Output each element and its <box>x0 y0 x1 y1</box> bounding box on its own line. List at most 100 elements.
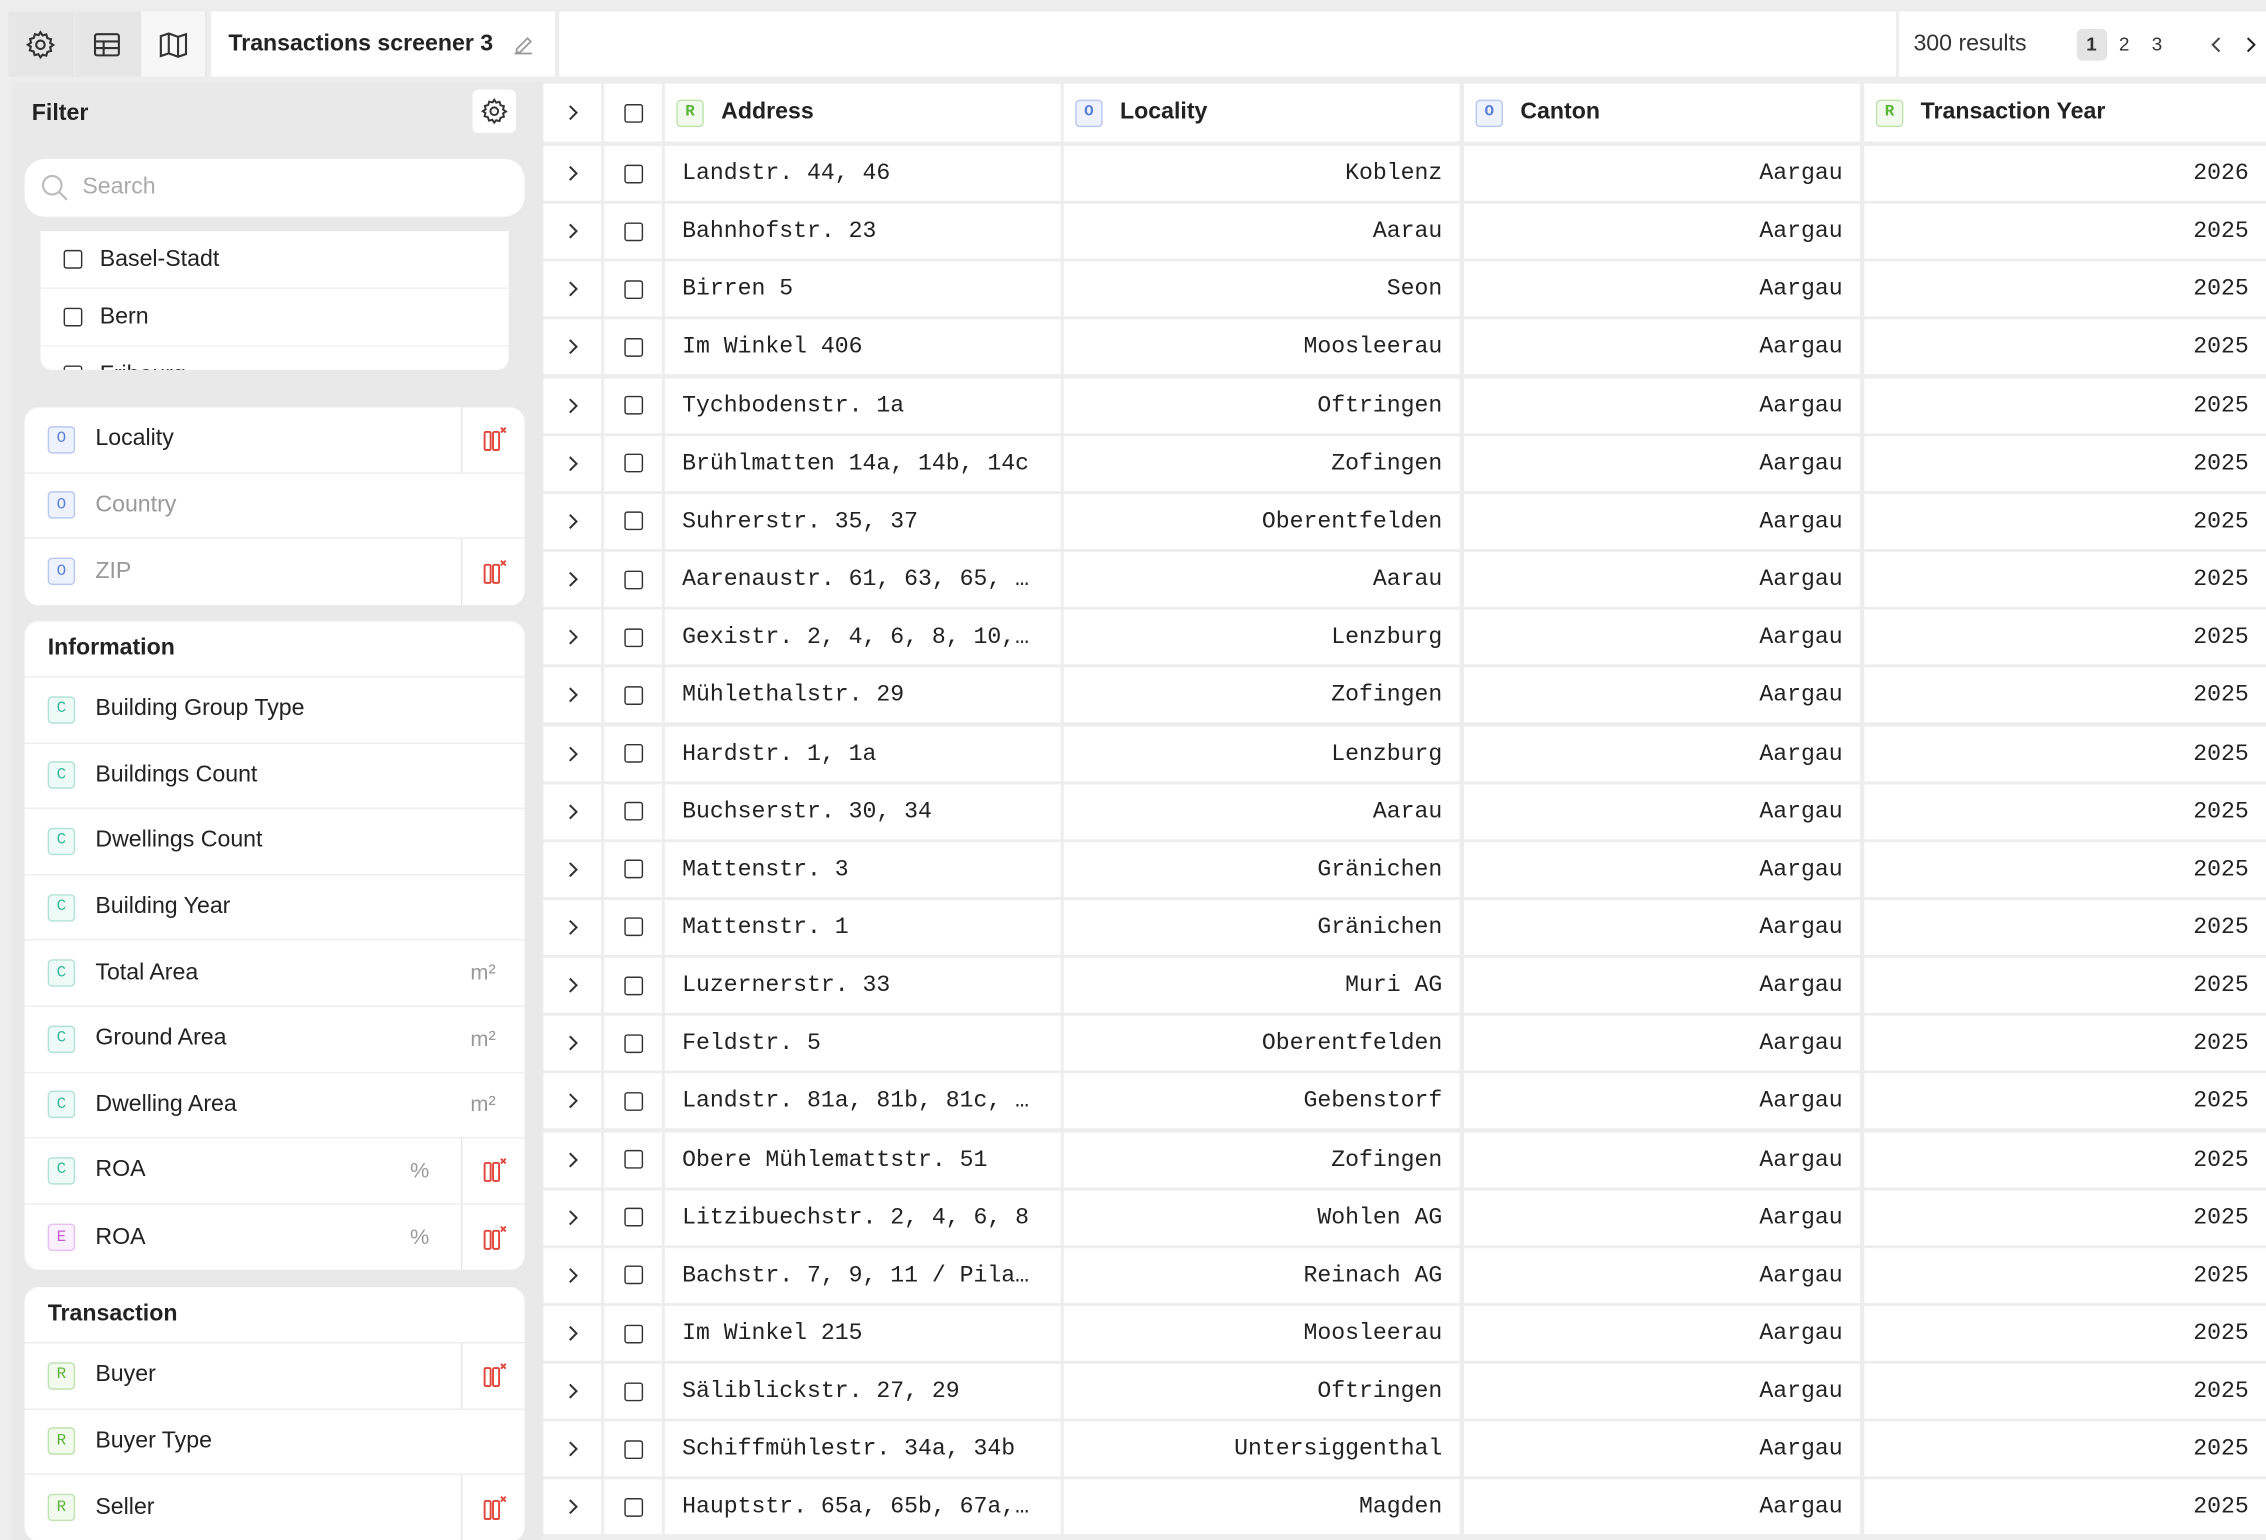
canton-cell[interactable]: Aargau <box>1463 145 1860 201</box>
locality-cell[interactable]: Lenzburg <box>1063 725 1460 781</box>
row-checkbox[interactable] <box>623 1439 643 1459</box>
row-checkbox[interactable] <box>623 279 643 299</box>
row-checkbox-cell[interactable] <box>604 1073 662 1129</box>
locality-cell[interactable]: Gränichen <box>1063 899 1460 955</box>
locality-cell[interactable]: Aarau <box>1063 783 1460 839</box>
locality-cell[interactable]: Oberentfelden <box>1063 1015 1460 1071</box>
expand-row-button[interactable] <box>543 1479 602 1535</box>
address-cell[interactable]: Birren 5 <box>664 261 1061 317</box>
canton-cell[interactable]: Aargau <box>1463 667 1860 723</box>
transaction-year-cell[interactable]: 2025 <box>1864 1363 2266 1419</box>
transaction-year-cell[interactable]: 2025 <box>1864 1073 2266 1129</box>
expand-row-button[interactable] <box>543 957 602 1013</box>
row-checkbox[interactable] <box>623 163 643 183</box>
locality-cell[interactable]: Moosleerau <box>1063 1305 1460 1361</box>
expand-row-button[interactable] <box>543 377 602 433</box>
table-view-button[interactable] <box>75 11 141 77</box>
canton-option[interactable]: Basel-Stadt <box>40 231 509 289</box>
transaction-year-cell[interactable]: 2025 <box>1864 551 2266 607</box>
canton-cell[interactable]: Aargau <box>1463 1189 1860 1245</box>
address-cell[interactable]: Landstr. 44, 46 <box>664 145 1061 201</box>
filter-field-row[interactable]: R Seller <box>25 1475 525 1540</box>
row-checkbox-cell[interactable] <box>604 493 662 549</box>
filter-settings-button[interactable] <box>472 89 516 133</box>
canton-cell[interactable]: Aargau <box>1463 319 1860 375</box>
row-checkbox-cell[interactable] <box>604 1363 662 1419</box>
settings-tab-button[interactable] <box>8 11 74 77</box>
filter-field-row[interactable]: O Country <box>24 473 525 540</box>
expand-row-button[interactable] <box>543 667 602 723</box>
remove-field-button[interactable] <box>461 539 525 605</box>
address-cell[interactable]: Mattenstr. 3 <box>664 841 1061 897</box>
column-header[interactable]: O Locality <box>1063 83 1460 142</box>
expand-row-button[interactable] <box>543 1015 602 1071</box>
expand-row-button[interactable] <box>543 1131 602 1187</box>
row-checkbox[interactable] <box>623 975 643 995</box>
row-checkbox-cell[interactable] <box>604 551 662 607</box>
filter-field-row[interactable]: C Building Group Type <box>24 678 525 744</box>
row-checkbox[interactable] <box>623 337 643 357</box>
expand-row-button[interactable] <box>543 1189 602 1245</box>
map-view-button[interactable] <box>141 11 207 77</box>
remove-field-button[interactable] <box>461 1138 525 1203</box>
row-checkbox[interactable] <box>623 917 643 937</box>
expand-row-button[interactable] <box>543 551 602 607</box>
canton-cell[interactable]: Aargau <box>1463 1015 1860 1071</box>
canton-cell[interactable]: Aargau <box>1463 1073 1860 1129</box>
locality-cell[interactable]: Untersiggenthal <box>1063 1421 1460 1477</box>
row-checkbox-cell[interactable] <box>604 377 662 433</box>
row-checkbox[interactable] <box>623 685 643 705</box>
expand-row-button[interactable] <box>543 609 602 665</box>
address-cell[interactable]: Suhrerstr. 35, 37 <box>664 493 1061 549</box>
prev-page-icon[interactable] <box>2201 27 2234 62</box>
address-cell[interactable]: Säliblickstr. 27, 29 <box>664 1363 1061 1419</box>
canton-cell[interactable]: Aargau <box>1463 203 1860 259</box>
locality-cell[interactable]: Oftringen <box>1063 1363 1460 1419</box>
expand-row-button[interactable] <box>543 493 602 549</box>
locality-cell[interactable]: Aarau <box>1063 551 1460 607</box>
canton-cell[interactable]: Aargau <box>1463 841 1860 897</box>
address-cell[interactable]: Hardstr. 1, 1a <box>664 725 1061 781</box>
address-cell[interactable]: Aarenaustr. 61, 63, 65, … <box>664 551 1061 607</box>
row-checkbox-cell[interactable] <box>604 899 662 955</box>
filter-field-row[interactable]: C Buildings Count <box>24 743 525 810</box>
row-checkbox-cell[interactable] <box>604 957 662 1013</box>
row-checkbox[interactable] <box>623 511 643 531</box>
transaction-year-cell[interactable]: 2025 <box>1864 841 2266 897</box>
address-cell[interactable]: Gexistr. 2, 4, 6, 8, 10,… <box>664 609 1061 665</box>
locality-cell[interactable]: Zofingen <box>1063 1131 1460 1187</box>
transaction-year-cell[interactable]: 2025 <box>1864 609 2266 665</box>
transaction-year-cell[interactable]: 2025 <box>1864 1305 2266 1361</box>
filter-field-row[interactable]: C Ground Area m² <box>24 1007 525 1073</box>
row-checkbox-cell[interactable] <box>604 1421 662 1477</box>
transaction-year-cell[interactable]: 2025 <box>1864 899 2266 955</box>
row-checkbox[interactable] <box>623 1381 643 1401</box>
row-checkbox[interactable] <box>623 1033 643 1053</box>
canton-cell[interactable]: Aargau <box>1463 783 1860 839</box>
locality-cell[interactable]: Koblenz <box>1063 145 1460 201</box>
canton-cell[interactable]: Aargau <box>1463 1131 1860 1187</box>
locality-cell[interactable]: Wohlen AG <box>1063 1189 1460 1245</box>
transaction-year-cell[interactable]: 2025 <box>1864 493 2266 549</box>
canton-cell[interactable]: Aargau <box>1463 1363 1860 1419</box>
transaction-year-cell[interactable]: 2026 <box>1864 145 2266 201</box>
canton-cell[interactable]: Aargau <box>1463 493 1860 549</box>
remove-field-button[interactable] <box>461 407 525 472</box>
transaction-year-cell[interactable]: 2025 <box>1864 1247 2266 1303</box>
row-checkbox[interactable] <box>623 743 643 763</box>
transaction-year-cell[interactable]: 2025 <box>1864 377 2266 433</box>
address-cell[interactable]: Mattenstr. 1 <box>664 899 1061 955</box>
checkbox[interactable] <box>623 103 643 123</box>
expand-row-button[interactable] <box>543 145 602 201</box>
row-checkbox[interactable] <box>623 1149 643 1169</box>
transaction-year-cell[interactable]: 2025 <box>1864 725 2266 781</box>
row-checkbox-cell[interactable] <box>604 1305 662 1361</box>
address-cell[interactable]: Schiffmühlestr. 34a, 34b <box>664 1421 1061 1477</box>
transaction-year-cell[interactable]: 2025 <box>1864 203 2266 259</box>
address-cell[interactable]: Bahnhofstr. 23 <box>664 203 1061 259</box>
locality-cell[interactable]: Gebenstorf <box>1063 1073 1460 1129</box>
filter-field-row[interactable]: R Buyer <box>24 1343 525 1410</box>
canton-option[interactable]: Bern <box>40 289 509 347</box>
checkbox[interactable] <box>63 365 83 370</box>
row-checkbox-cell[interactable] <box>604 203 662 259</box>
